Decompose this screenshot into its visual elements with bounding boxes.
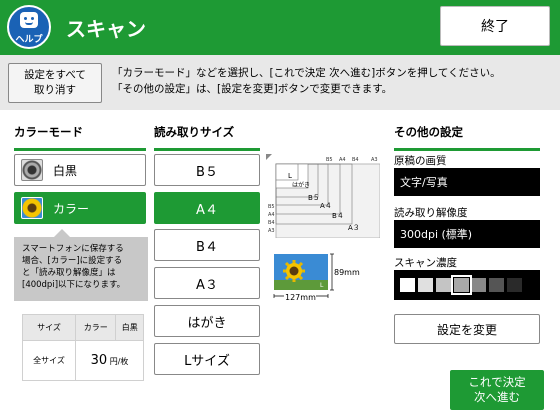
scan-size-title: 読み取りサイズ [154,124,260,151]
density-level-swatch [450,275,472,295]
end-button[interactable]: 終了 [440,6,550,46]
size-l-button[interactable]: Lサイズ [154,343,260,375]
color-mode-title: カラーモード [14,124,146,151]
quality-label: 原稿の画質 [394,155,447,167]
price-header-bw: 白黒 [115,314,144,341]
instruction-line-2: 「その他の設定」は、[設定を変更]ボタンで変更できます。 [112,83,393,95]
confirm-next-button[interactable]: これで決定 次へ進む [450,370,544,410]
size-b5-button[interactable]: B５ [154,154,260,186]
paper-size-diagram: B5 A4 B4 A3 B5 A4 B4 A3 L はがき B５ A４ B４ A… [266,154,380,238]
diagram-left-label: A3 [268,228,275,234]
color-mode-color-button[interactable]: カラー [14,192,146,224]
density-level-swatch [471,278,487,292]
density-scale [394,270,540,300]
size-a4-button[interactable]: A４ [154,192,260,224]
tooltip-line: 場合、[カラー]に設定する [22,256,123,266]
photo-size-diagram: L 89mm 127mm [273,253,360,302]
density-level-swatch [525,278,540,292]
change-settings-button[interactable]: 設定を変更 [394,314,540,344]
diagram-a4-label: A４ [320,202,332,210]
robot-face-icon [20,12,38,28]
price-header-color: カラー [75,314,117,341]
color-mode-bw-button[interactable]: 白黒 [14,154,146,186]
other-settings-title: その他の設定 [394,124,540,151]
color-mode-bw-label: 白黒 [53,163,78,178]
diagram-left-label: B5 [268,204,275,210]
quality-value: 文字/写真 [394,168,540,196]
resolution-value: 300dpi (標準) [394,220,540,248]
resolution-label: 読み取り解像度 [394,207,468,219]
reset-label-line2: 取り消す [34,84,76,96]
price-value-cell: 30 円/枚 [75,340,144,381]
density-level-swatch [489,278,505,292]
diagram-l-label: L [288,172,292,180]
size-hagaki-button[interactable]: はがき [154,305,260,337]
next-label-line1: これで決定 [468,375,526,389]
density-level-swatch [417,278,433,292]
diagram-top-label: B5 [326,157,333,163]
diagram-top-label: A3 [371,157,378,163]
diagram-hagaki-label: はがき [292,181,310,189]
page-title: スキャン [66,17,146,41]
sunflower-bw-icon [21,159,43,181]
help-label: ヘルプ [15,35,43,45]
price-value: 30 [90,353,108,368]
next-label-line2: 次へ進む [474,390,520,404]
diagram-b4-label: B４ [332,212,344,220]
photo-height-label: 89mm [334,268,360,277]
price-header-size: サイズ [21,314,77,341]
density-level-swatch [435,278,451,292]
photo-width-label: 127mm [285,293,316,302]
tooltip-line: [400dpi]以下になります。 [22,280,126,290]
help-button[interactable]: ヘルプ [7,5,51,49]
reset-all-button[interactable]: 設定をすべて 取り消す [8,63,102,103]
instruction-text: 「カラーモード」などを選択し、[これで決定 次へ進む]ボタンを押してください。 … [112,65,501,97]
color-mode-color-label: カラー [53,201,90,216]
diagram-b5-label: B５ [308,194,320,202]
header-bar: ヘルプ スキャン 終了 [0,0,560,55]
diagram-top-label: B4 [352,157,359,163]
diagram-left-label: B4 [268,220,275,226]
size-a3-button[interactable]: A３ [154,267,260,299]
sunflower-color-icon [21,197,43,219]
size-b4-button[interactable]: B４ [154,229,260,261]
reset-label-line1: 設定をすべて [24,69,86,81]
diagram-top-label: A4 [339,157,346,163]
tooltip-line: と「読み取り解像度」は [22,268,116,278]
density-level-swatch [400,278,415,292]
price-row-label: 全サイズ [21,340,77,381]
color-mode-tooltip: スマートフォンに保存する 場合、[カラー]に設定する と「読み取り解像度」は [… [14,229,148,301]
density-label: スキャン濃度 [394,257,457,269]
instruction-bar: 設定をすべて 取り消す 「カラーモード」などを選択し、[これで決定 次へ進む]ボ… [0,55,560,110]
instruction-line-1: 「カラーモード」などを選択し、[これで決定 次へ進む]ボタンを押してください。 [112,67,501,79]
tooltip-line: スマートフォンに保存する [22,244,124,254]
diagram-a3-label: A３ [348,224,360,232]
diagram-left-label: A4 [268,212,275,218]
price-unit: 円/枚 [109,357,129,366]
price-table: サイズ カラー 白黒 全サイズ 30 円/枚 [21,314,144,381]
density-level-swatch [507,278,523,292]
